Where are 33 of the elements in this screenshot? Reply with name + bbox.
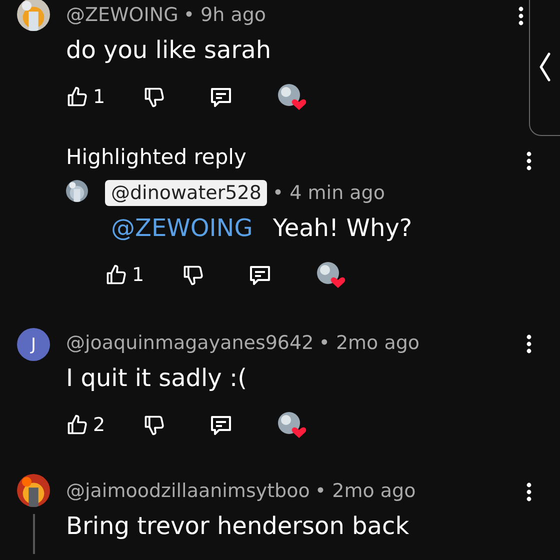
thumbs-up-icon [105, 264, 127, 286]
avatar[interactable]: J [17, 328, 50, 361]
like-button[interactable]: 1 [66, 86, 143, 108]
thumbs-down-icon[interactable] [182, 264, 204, 286]
reply-icon[interactable] [209, 413, 233, 437]
highlighted-reply-label: Highlighted reply [66, 145, 246, 169]
thumbs-up-icon [66, 86, 88, 108]
more-options-icon[interactable] [526, 482, 532, 502]
thumbs-up-icon [66, 414, 88, 436]
reply-icon[interactable] [209, 85, 233, 109]
mention-link[interactable]: @ZEWOING [111, 212, 253, 244]
chevron-left-icon [539, 52, 551, 82]
timestamp: • 4 min ago [272, 182, 385, 204]
author-name[interactable]: @ZEWOING [66, 4, 178, 26]
timestamp: • 2mo ago [314, 480, 416, 502]
more-options-icon[interactable] [526, 151, 532, 171]
comment-text: I quit it sadly :( [66, 363, 247, 394]
thumbs-down-icon[interactable] [143, 86, 165, 108]
more-options-icon[interactable] [518, 6, 524, 26]
author-name[interactable]: @joaquinmagayanes9642 [66, 332, 314, 354]
thumbs-down-icon[interactable] [143, 414, 165, 436]
comment-text: do you like sarah [66, 35, 272, 66]
reply-icon[interactable] [248, 263, 272, 287]
like-button[interactable]: 1 [105, 264, 182, 286]
comment-text: Yeah! Why? [272, 213, 412, 244]
timestamp: • 2mo ago [318, 332, 420, 354]
author-name[interactable]: @jaimoodzillaanimsytboo [66, 480, 310, 502]
side-panel-tab[interactable] [529, 0, 560, 136]
like-button[interactable]: 2 [66, 414, 143, 436]
comment-text: Bring trevor henderson back [66, 511, 410, 542]
timestamp: • 9h ago [183, 4, 266, 26]
author-name[interactable]: @dinowater528 [105, 180, 268, 206]
more-options-icon[interactable] [526, 334, 532, 354]
